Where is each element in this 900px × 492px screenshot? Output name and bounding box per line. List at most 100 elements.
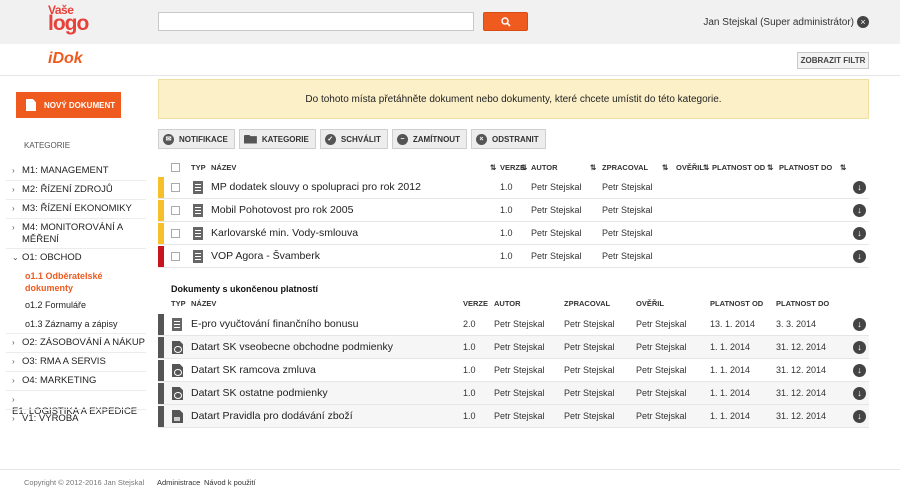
column-valid-to[interactable]: PLATNOST DO: [779, 163, 832, 172]
drop-zone[interactable]: Do tohoto místa přetáhněte dokument nebo…: [158, 79, 869, 119]
document-name[interactable]: MP dodatek slouvy o spolupraci pro rok 2…: [211, 176, 421, 199]
search-input[interactable]: [158, 12, 474, 31]
sidebar-item-m2[interactable]: › M2: ŘÍZENÍ ZDROJŮ: [12, 184, 146, 196]
folder-icon: [243, 134, 257, 144]
sort-icon[interactable]: ⇅: [703, 163, 709, 172]
search-button[interactable]: [483, 12, 528, 31]
sidebar-item-o2[interactable]: › O2: ZÁSOBOVÁNÍ A NÁKUP: [12, 337, 146, 349]
document-author: Petr Stejskal: [494, 365, 545, 375]
app-title[interactable]: iDok: [48, 50, 83, 68]
approve-button[interactable]: ✓ SCHVÁLIT: [319, 129, 388, 149]
document-valid-to: 31. 12. 2014: [776, 342, 827, 352]
sidebar-item-o1[interactable]: ⌄ O1: OBCHOD: [12, 252, 146, 264]
document-processed-by: Petr Stejskal: [564, 411, 615, 421]
download-icon[interactable]: ↓: [853, 387, 866, 400]
sidebar-item-m3[interactable]: › M3: ŘÍZENÍ EKONOMIKY: [12, 203, 146, 215]
status-bar: [158, 223, 164, 244]
table-row[interactable]: Datart SK vseobecne obchodne podmienky 1…: [158, 336, 869, 359]
column-valid-from[interactable]: PLATNOST OD: [712, 163, 765, 172]
column-name[interactable]: NÁZEV: [211, 163, 236, 172]
document-verified-by: Petr Stejskal: [636, 319, 687, 329]
table-row[interactable]: MP dodatek slouvy o spolupraci pro rok 2…: [158, 176, 869, 199]
chevron-right-icon: ›: [12, 166, 15, 175]
download-icon[interactable]: ↓: [853, 250, 866, 263]
document-processed-by: Petr Stejskal: [564, 319, 615, 329]
document-name[interactable]: Datart SK ostatne podmienky: [191, 382, 328, 405]
sidebar-subitem-o1-2[interactable]: o1.2 Formuláře: [25, 299, 143, 311]
sidebar-item-label: O4: MARKETING: [22, 375, 97, 386]
chevron-right-icon: ›: [12, 338, 15, 347]
document-version: 1.0: [500, 182, 513, 192]
new-document-button[interactable]: NOVÝ DOKUMENT: [16, 92, 121, 118]
row-checkbox[interactable]: [171, 229, 180, 238]
admin-link[interactable]: Administrace: [157, 478, 200, 487]
sort-icon[interactable]: ⇅: [521, 163, 527, 172]
sidebar-subitem-o1-1[interactable]: o1.1 Odběratelské dokumenty: [25, 270, 143, 294]
approve-label: SCHVÁLIT: [340, 134, 381, 144]
table-row[interactable]: Datart SK ostatne podmienky 1.0 Petr Ste…: [158, 382, 869, 405]
logout-icon[interactable]: ×: [857, 16, 869, 28]
sort-icon[interactable]: ⇅: [662, 163, 668, 172]
search-icon: [500, 16, 511, 27]
row-checkbox[interactable]: [171, 183, 180, 192]
document-valid-to: 31. 12. 2014: [776, 388, 827, 398]
document-author: Petr Stejskal: [531, 251, 582, 261]
user-name[interactable]: Jan Stejskal (Super administrátor): [703, 17, 854, 28]
sidebar-item-m1[interactable]: › M1: MANAGEMENT: [12, 165, 146, 177]
sort-icon[interactable]: ⇅: [590, 163, 596, 172]
sort-icon[interactable]: ⇅: [767, 163, 773, 172]
column-processed[interactable]: ZPRACOVAL: [602, 163, 648, 172]
download-icon[interactable]: ↓: [853, 318, 866, 331]
column-verified: OVĚŘIL: [636, 299, 664, 308]
column-author[interactable]: AUTOR: [531, 163, 558, 172]
sidebar-item-m4[interactable]: › M4: MONITOROVÁNÍ A MĚŘENÍ: [12, 222, 146, 246]
manual-link[interactable]: Návod k použití: [204, 478, 256, 487]
sidebar-subitem-o1-3[interactable]: o1.3 Záznamy a zápisy: [25, 318, 143, 330]
download-icon[interactable]: ↓: [853, 364, 866, 377]
sidebar-item-o3[interactable]: › O3: RMA A SERVIS: [12, 356, 146, 368]
row-checkbox[interactable]: [171, 206, 180, 215]
document-name[interactable]: Karlovarské min. Vody-smlouva: [211, 222, 358, 245]
download-icon[interactable]: ↓: [853, 341, 866, 354]
reject-button[interactable]: − ZAMÍTNOUT: [391, 129, 467, 149]
image-icon: [172, 410, 183, 423]
download-icon[interactable]: ↓: [853, 410, 866, 423]
divider: [6, 352, 146, 353]
table-row[interactable]: Datart Pravidla pro dodávání zboží 1.0 P…: [158, 405, 869, 428]
column-verified[interactable]: OVĚŘIL: [676, 163, 704, 172]
status-bar: [158, 383, 164, 404]
sort-icon[interactable]: ⇅: [490, 163, 496, 172]
copyright: Copyright © 2012-2016 Jan Stejskal: [24, 478, 145, 487]
show-filter-button[interactable]: ZOBRAZIT FILTR: [797, 52, 869, 69]
table-row[interactable]: Datart SK ramcova zmluva 1.0 Petr Stejsk…: [158, 359, 869, 382]
table-row[interactable]: Karlovarské min. Vody-smlouva 1.0 Petr S…: [158, 222, 869, 245]
chevron-right-icon: ›: [12, 223, 15, 232]
category-button[interactable]: KATEGORIE: [238, 129, 316, 149]
select-all-checkbox[interactable]: [171, 163, 180, 172]
status-bar: [158, 360, 164, 381]
sidebar-item-o4[interactable]: › O4: MARKETING: [12, 375, 146, 387]
document-name[interactable]: Mobil Pohotovost pro rok 2005: [211, 199, 353, 222]
document-name[interactable]: VOP Agora - Švamberk: [211, 245, 320, 268]
document-name[interactable]: Datart Pravidla pro dodávání zboží: [191, 405, 353, 428]
delete-button[interactable]: × ODSTRANIT: [470, 129, 546, 149]
document-icon: [172, 318, 182, 331]
column-processed: ZPRACOVAL: [564, 299, 611, 308]
document-name[interactable]: E-pro vyučtování finančního bonusu: [191, 313, 359, 336]
document-name[interactable]: Datart SK ramcova zmluva: [191, 359, 316, 382]
download-icon[interactable]: ↓: [853, 204, 866, 217]
row-checkbox[interactable]: [171, 252, 180, 261]
table-row[interactable]: VOP Agora - Švamberk 1.0 Petr Stejskal P…: [158, 245, 869, 268]
chevron-right-icon: ›: [12, 185, 15, 194]
sort-icon[interactable]: ⇅: [840, 163, 846, 172]
download-icon[interactable]: ↓: [853, 181, 866, 194]
table-row[interactable]: Mobil Pohotovost pro rok 2005 1.0 Petr S…: [158, 199, 869, 222]
document-name[interactable]: Datart SK vseobecne obchodne podmienky: [191, 336, 393, 359]
table-row[interactable]: E-pro vyučtování finančního bonusu 2.0 P…: [158, 313, 869, 336]
sidebar-item-v1[interactable]: › V1: VÝROBA: [12, 413, 146, 425]
logo-line2: logo: [48, 12, 89, 35]
status-bar: [158, 200, 164, 221]
download-icon[interactable]: ↓: [853, 227, 866, 240]
company-logo[interactable]: Vaše logo: [48, 4, 92, 34]
notification-button[interactable]: ✉ NOTIFIKACE: [158, 129, 235, 149]
